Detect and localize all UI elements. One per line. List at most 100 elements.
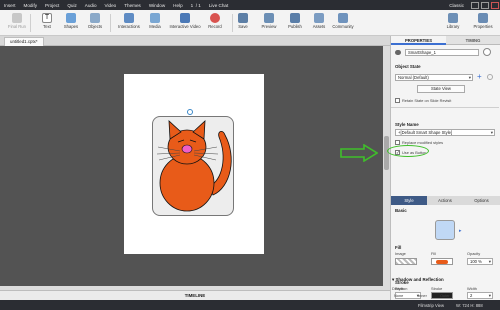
library-icon — [448, 13, 458, 23]
stroke-width-field[interactable]: 2 — [467, 292, 493, 299]
interactive-video-tool[interactable]: Interactive Video — [168, 11, 202, 35]
green-arrow-icon — [340, 144, 378, 162]
retain-state-label: Retain State on Slide Revisit — [402, 98, 452, 103]
toolbar-divider — [110, 14, 111, 32]
menu-bar: Insert Modify Project Quiz Audio Video T… — [0, 0, 500, 10]
properties-panel: PROPERTIES TIMING SmartShape_1 Object St… — [387, 36, 500, 300]
main-toolbar: Final Run T Text Shapes Objects Interact… — [0, 10, 500, 36]
shadow-reflection-label: Shadow and Reflection — [395, 277, 444, 282]
basic-label: Basic — [395, 208, 407, 213]
menu-project[interactable]: Project — [41, 3, 63, 8]
state-options-icon[interactable] — [487, 74, 493, 80]
properties-label: Properties — [473, 24, 493, 29]
section-divider — [391, 107, 499, 108]
visibility-eye-icon[interactable] — [395, 50, 401, 55]
minimize-button[interactable] — [471, 1, 479, 9]
fill-fill-label: Fill — [431, 251, 436, 256]
fill-image-swatch[interactable] — [395, 258, 417, 265]
shadow-reflection-header[interactable]: ▾ Shadow and Reflection — [392, 277, 444, 283]
menu-modify[interactable]: Modify — [20, 3, 42, 8]
publish-icon — [290, 13, 300, 23]
final-run-label: Final Run — [8, 24, 26, 29]
tab-options[interactable]: Options — [463, 196, 500, 205]
rotate-handle[interactable] — [187, 109, 193, 115]
fill-color-chip — [436, 260, 448, 264]
shapes-icon — [66, 13, 76, 23]
maximize-button[interactable] — [481, 1, 489, 9]
timeline-bar[interactable]: TIMELINE — [0, 290, 390, 300]
video-icon — [180, 13, 190, 23]
media-label: Media — [149, 24, 161, 29]
final-run-tool[interactable]: Final Run — [0, 11, 34, 35]
style-name-label: Style Name — [395, 122, 419, 127]
state-view-button[interactable]: State View — [417, 85, 465, 93]
fill-image-label: Image — [395, 251, 406, 256]
tab-actions[interactable]: Actions — [427, 196, 463, 205]
filmstrip-view-label[interactable]: Filmstrip View — [418, 303, 444, 308]
add-state-icon[interactable]: + — [477, 73, 482, 81]
menu-audio[interactable]: Audio — [81, 3, 101, 8]
page-nav[interactable]: 1 / 1 — [187, 3, 205, 8]
status-bar: Filmstrip View W: 724 H: 888 — [0, 300, 500, 310]
objects-tool[interactable]: Objects — [78, 11, 112, 35]
smart-shape[interactable] — [152, 109, 234, 216]
menu-themes[interactable]: Themes — [120, 3, 145, 8]
tab-timing[interactable]: TIMING — [446, 36, 500, 45]
menu-help[interactable]: Help — [169, 3, 186, 8]
document-tab[interactable]: untitled1.cptx* — [4, 37, 44, 46]
objects-icon — [90, 13, 100, 23]
mode-select[interactable]: Classic — [443, 3, 470, 8]
fill-color-swatch[interactable] — [431, 258, 453, 265]
community-icon — [338, 13, 348, 23]
direction-option-outer[interactable]: Outer — [440, 293, 450, 298]
retain-state-checkbox[interactable] — [395, 98, 400, 103]
opacity-field[interactable]: 100 % — [467, 258, 493, 265]
direction-option-inner[interactable]: Inner — [418, 293, 427, 298]
direction-option-none[interactable]: None — [394, 293, 403, 298]
play-icon — [264, 13, 274, 23]
close-window-button[interactable] — [491, 1, 499, 9]
object-state-select[interactable]: Normal (Default) — [395, 74, 473, 81]
menu-window[interactable]: Window — [145, 3, 169, 8]
menu-quiz[interactable]: Quiz — [63, 3, 80, 8]
opacity-label: Opacity — [467, 251, 481, 256]
media-tool[interactable]: Media — [138, 11, 172, 35]
document-tab-bar: untitled1.cptx* — [0, 36, 390, 46]
menu-video[interactable]: Video — [101, 3, 121, 8]
properties-icon — [478, 13, 488, 23]
microphone-icon — [210, 13, 220, 23]
save-icon — [238, 13, 248, 23]
hand-pointer-icon — [124, 13, 134, 23]
assets-icon — [314, 13, 324, 23]
replace-styles-checkbox[interactable] — [395, 140, 400, 145]
community-label: Community — [332, 24, 354, 29]
vertical-scrollbar[interactable] — [383, 46, 390, 288]
cat-image — [156, 120, 232, 212]
shape-name-field[interactable]: SmartShape_1 — [405, 49, 479, 56]
basic-fill-swatch[interactable] — [435, 220, 455, 240]
help-icon[interactable] — [483, 48, 491, 56]
stroke-width-label: Width — [467, 286, 477, 291]
tab-properties[interactable]: PROPERTIES — [391, 36, 446, 45]
properties-tool[interactable]: Properties — [466, 11, 500, 35]
community-tool[interactable]: Community — [326, 11, 360, 35]
library-tool[interactable]: Library — [436, 11, 470, 35]
stroke-color-label: Stroke — [431, 286, 443, 291]
media-icon — [150, 13, 160, 23]
arrow-shape — [340, 144, 378, 162]
live-chat-link[interactable]: Live Chat — [205, 3, 232, 8]
library-label: Library — [446, 24, 460, 29]
direction-label: Direction — [392, 286, 408, 291]
fill-label: Fill — [395, 245, 402, 250]
highlight-ellipse — [387, 145, 429, 157]
timeline-label: TIMELINE — [184, 293, 206, 298]
object-state-label: Object State — [395, 64, 421, 69]
canvas-size-readout: W: 724 H: 888 — [456, 303, 483, 308]
text-icon: T — [42, 13, 52, 23]
style-name-select[interactable]: +[Default Smart Shape Style] — [395, 129, 495, 136]
swatch-chevron-icon[interactable]: ▸ — [459, 228, 462, 234]
menu-insert[interactable]: Insert — [0, 3, 20, 8]
objects-label: Objects — [87, 24, 103, 29]
slide-icon — [12, 13, 22, 23]
tab-style[interactable]: Style — [391, 196, 427, 205]
